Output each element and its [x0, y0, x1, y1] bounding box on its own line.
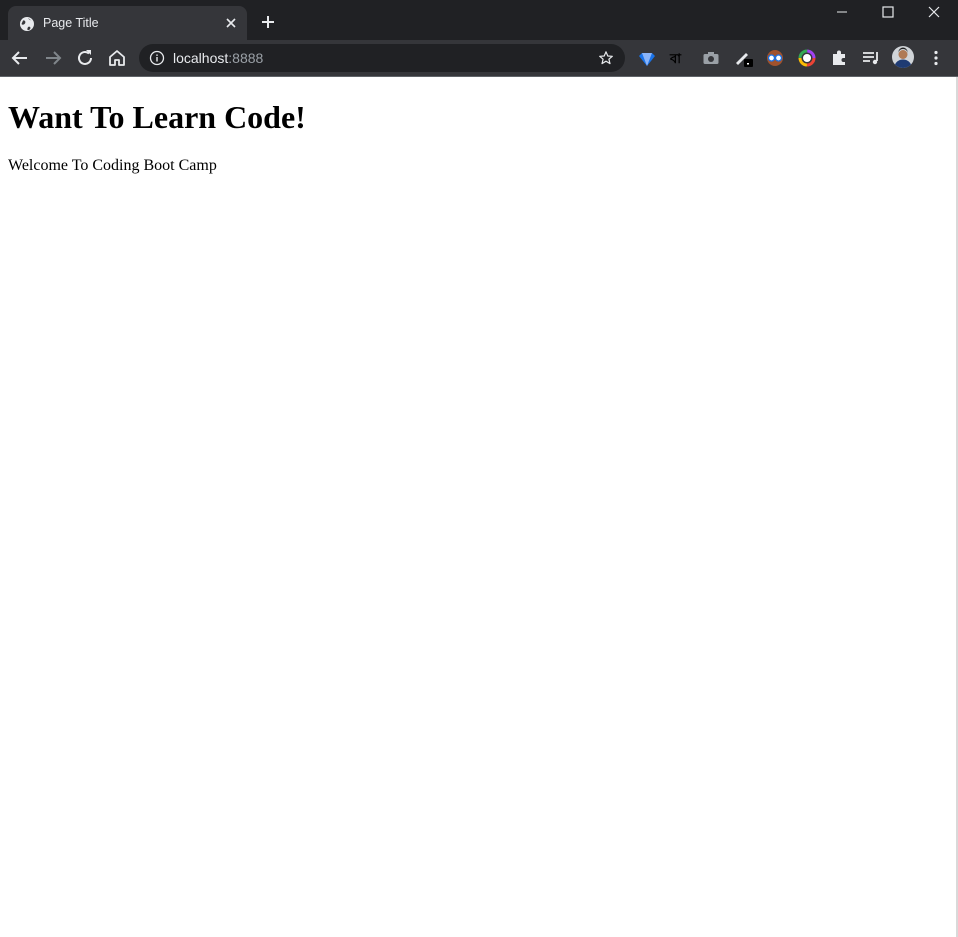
- color-ring-extension-icon[interactable]: [797, 48, 817, 68]
- tab-close-icon[interactable]: [223, 15, 239, 31]
- pen-extension-icon[interactable]: [733, 48, 753, 68]
- address-bar[interactable]: localhost:8888: [139, 44, 625, 72]
- back-arrow-icon[interactable]: [8, 46, 32, 70]
- tab-title: Page Title: [43, 16, 99, 30]
- page-paragraph: Welcome To Coding Boot Camp: [8, 157, 217, 174]
- glasses-extension-icon[interactable]: [765, 48, 785, 68]
- globe-icon: [19, 16, 35, 32]
- minimize-icon[interactable]: [819, 0, 865, 24]
- browser-titlebar: Page Title: [0, 0, 958, 40]
- kebab-menu-icon[interactable]: [926, 48, 946, 68]
- star-icon[interactable]: [598, 50, 614, 66]
- reload-icon[interactable]: [73, 46, 97, 70]
- home-icon[interactable]: [105, 46, 129, 70]
- bengali-text-extension-icon[interactable]: বা: [669, 48, 689, 68]
- page-heading: Want To Learn Code!: [8, 99, 306, 135]
- address-port: :8888: [228, 50, 264, 66]
- bengali-glyph: বা: [669, 52, 682, 67]
- browser-tab[interactable]: Page Title: [8, 6, 247, 40]
- browser-toolbar: localhost:8888 বা: [0, 40, 958, 76]
- page-viewport: Want To Learn Code! Welcome To Coding Bo…: [0, 77, 958, 937]
- address-url[interactable]: localhost:8888: [173, 50, 263, 66]
- profile-avatar[interactable]: [892, 46, 914, 68]
- reading-list-icon[interactable]: [861, 48, 881, 68]
- maximize-icon[interactable]: [865, 0, 911, 24]
- address-host: localhost: [173, 50, 229, 66]
- window-close-icon[interactable]: [911, 0, 957, 24]
- puzzle-icon[interactable]: [829, 48, 849, 68]
- forward-arrow-icon[interactable]: [41, 46, 65, 70]
- info-icon[interactable]: [149, 50, 165, 66]
- camera-extension-icon[interactable]: [701, 48, 721, 68]
- gem-extension-icon[interactable]: [637, 48, 657, 68]
- new-tab-plus-icon[interactable]: [258, 12, 278, 32]
